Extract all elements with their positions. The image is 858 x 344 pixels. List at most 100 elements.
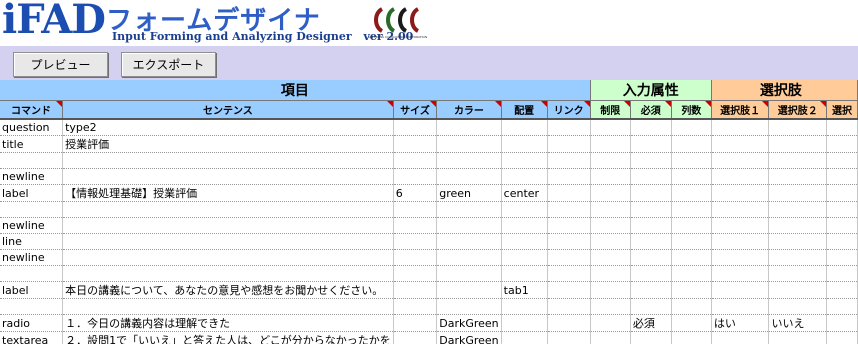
cell-columns[interactable] — [671, 298, 712, 315]
preview-button[interactable]: プレビュー — [13, 52, 108, 77]
cell-color[interactable] — [436, 233, 502, 250]
column-header-choice-2[interactable]: 選択肢２ — [768, 100, 827, 120]
column-header-command[interactable]: コマンド — [0, 100, 64, 120]
cell-limit[interactable] — [590, 201, 631, 218]
cell-choice-3[interactable] — [826, 298, 858, 315]
cell-color[interactable] — [436, 201, 502, 218]
cell-choice-1[interactable]: はい — [711, 314, 770, 332]
cell-sentence[interactable]: ２．設問1で「いいえ」と答えた人は、どこが分からなかったかを — [62, 331, 394, 344]
cell-link[interactable] — [547, 314, 591, 332]
cell-choice-2[interactable] — [768, 168, 827, 185]
cell-limit[interactable] — [590, 298, 631, 315]
cell-required[interactable] — [630, 119, 672, 136]
cell-link[interactable] — [547, 119, 591, 136]
cell-command[interactable]: radio — [0, 314, 64, 332]
cell-choice-1[interactable] — [711, 233, 770, 250]
cell-required[interactable] — [630, 233, 672, 250]
cell-required[interactable] — [630, 217, 672, 234]
cell-choice-2[interactable] — [768, 201, 827, 218]
cell-link[interactable] — [547, 201, 591, 218]
cell-required[interactable] — [630, 152, 672, 169]
cell-sentence[interactable]: １．今日の講義内容は理解できた — [62, 314, 394, 332]
cell-limit[interactable] — [590, 152, 631, 169]
cell-link[interactable] — [547, 331, 591, 344]
cell-color[interactable] — [436, 119, 502, 136]
cell-color[interactable]: green — [436, 184, 502, 202]
cell-choice-1[interactable] — [711, 265, 770, 282]
cell-alignment[interactable] — [501, 168, 548, 185]
cell-size[interactable] — [393, 201, 438, 218]
column-header-link[interactable]: リンク — [547, 100, 591, 120]
cell-color[interactable]: DarkGreen — [436, 314, 502, 332]
cell-alignment[interactable]: center — [501, 184, 548, 202]
cell-columns[interactable] — [671, 152, 712, 169]
cell-sentence[interactable]: 【情報処理基礎】授業評価 — [62, 184, 394, 202]
cell-required[interactable] — [630, 298, 672, 315]
cell-required[interactable] — [630, 184, 672, 202]
cell-alignment[interactable]: tab1 — [501, 281, 548, 299]
cell-color[interactable] — [436, 168, 502, 185]
cell-size[interactable] — [393, 314, 438, 332]
cell-choice-3[interactable] — [826, 201, 858, 218]
cell-columns[interactable] — [671, 168, 712, 185]
cell-alignment[interactable] — [501, 233, 548, 250]
cell-choice-3[interactable] — [826, 152, 858, 169]
cell-choice-1[interactable] — [711, 152, 770, 169]
column-header-choice-3[interactable]: 選択 — [826, 100, 858, 120]
cell-color[interactable] — [436, 265, 502, 282]
cell-alignment[interactable] — [501, 331, 548, 344]
cell-required[interactable] — [630, 281, 672, 299]
cell-choice-2[interactable] — [768, 331, 827, 344]
cell-alignment[interactable] — [501, 135, 548, 153]
cell-required[interactable] — [630, 249, 672, 266]
cell-columns[interactable] — [671, 135, 712, 153]
cell-columns[interactable] — [671, 233, 712, 250]
cell-sentence[interactable]: type2 — [62, 119, 394, 136]
cell-command[interactable]: textarea — [0, 331, 64, 344]
cell-limit[interactable] — [590, 168, 631, 185]
column-header-required[interactable]: 必須 — [630, 100, 672, 120]
cell-limit[interactable] — [590, 233, 631, 250]
cell-limit[interactable] — [590, 265, 631, 282]
cell-choice-2[interactable] — [768, 265, 827, 282]
column-header-columns[interactable]: 列数 — [671, 100, 712, 120]
cell-choice-1[interactable] — [711, 168, 770, 185]
cell-choice-2[interactable] — [768, 217, 827, 234]
cell-color[interactable] — [436, 281, 502, 299]
cell-size[interactable] — [393, 281, 438, 299]
cell-link[interactable] — [547, 265, 591, 282]
cell-choice-2[interactable] — [768, 281, 827, 299]
cell-color[interactable] — [436, 135, 502, 153]
export-button[interactable]: エクスポート — [121, 52, 216, 77]
cell-limit[interactable] — [590, 281, 631, 299]
cell-choice-3[interactable] — [826, 119, 858, 136]
cell-alignment[interactable] — [501, 119, 548, 136]
cell-columns[interactable] — [671, 217, 712, 234]
cell-choice-3[interactable] — [826, 314, 858, 332]
cell-columns[interactable] — [671, 201, 712, 218]
cell-choice-3[interactable] — [826, 168, 858, 185]
cell-choice-3[interactable] — [826, 233, 858, 250]
cell-required[interactable]: 必須 — [630, 314, 672, 332]
cell-columns[interactable] — [671, 184, 712, 202]
cell-command[interactable]: label — [0, 281, 64, 299]
cell-size[interactable] — [393, 217, 438, 234]
cell-command[interactable] — [0, 298, 64, 315]
cell-alignment[interactable] — [501, 152, 548, 169]
cell-limit[interactable] — [590, 119, 631, 136]
cell-color[interactable] — [436, 152, 502, 169]
cell-columns[interactable] — [671, 119, 712, 136]
cell-choice-1[interactable] — [711, 331, 770, 344]
cell-limit[interactable] — [590, 249, 631, 266]
cell-required[interactable] — [630, 331, 672, 344]
cell-columns[interactable] — [671, 249, 712, 266]
cell-color[interactable] — [436, 249, 502, 266]
cell-limit[interactable] — [590, 184, 631, 202]
cell-link[interactable] — [547, 135, 591, 153]
cell-sentence[interactable] — [62, 233, 394, 250]
cell-command[interactable]: line — [0, 233, 64, 250]
cell-limit[interactable] — [590, 217, 631, 234]
cell-choice-2[interactable] — [768, 119, 827, 136]
cell-sentence[interactable] — [62, 201, 394, 218]
cell-limit[interactable] — [590, 314, 631, 332]
